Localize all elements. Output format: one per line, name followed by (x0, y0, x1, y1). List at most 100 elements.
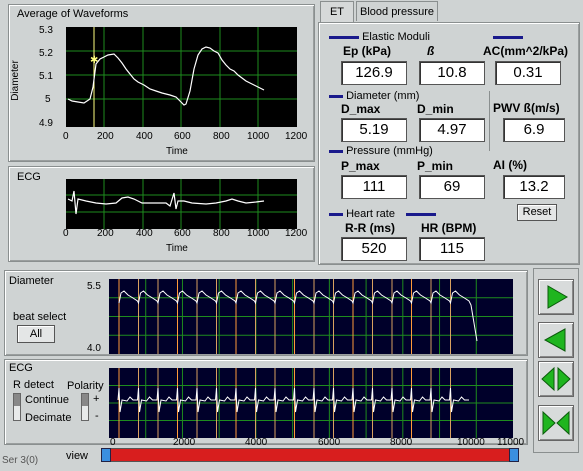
tab-et[interactable]: ET (320, 1, 354, 23)
elastic-title: Elastic Moduli (362, 31, 430, 43)
ecg-title: ECG (17, 171, 41, 183)
header-bar-right (406, 212, 437, 216)
strip-x-tick: 4000 (245, 437, 268, 448)
x-tick: 0 (63, 228, 69, 239)
beta-value: 10.8 (419, 61, 485, 85)
y-tick: 5.1 (39, 71, 53, 82)
y-tick: 4.9 (39, 118, 53, 129)
scroll-handle-left[interactable] (101, 448, 111, 462)
x-tick: 800 (213, 131, 230, 142)
decimate-option[interactable]: Decimate (25, 412, 71, 424)
x-tick: 600 (174, 228, 191, 239)
ep-label: Ep (kPa) (343, 44, 392, 58)
polarity-plus: + (93, 393, 100, 405)
header-bar-left (329, 212, 343, 216)
pressure-header: Pressure (mmHg) (329, 145, 433, 157)
ecg-strip-plot[interactable] (109, 368, 513, 438)
x-tick: 1000 (247, 131, 270, 142)
ep-value: 126.9 (341, 61, 407, 85)
elastic-header: Elastic Moduli (329, 31, 523, 43)
x-tick: 200 (97, 131, 114, 142)
rr-label: R-R (ms) (345, 221, 395, 235)
heartrate-header: Heart rate (329, 208, 437, 220)
r-detect-label: R detect (13, 379, 54, 391)
polarity-toggle[interactable] (81, 393, 89, 421)
continue-option[interactable]: Continue (25, 394, 69, 406)
reset-button[interactable]: Reset (517, 204, 557, 221)
heartrate-title: Heart rate (346, 208, 395, 220)
dmin-value: 4.97 (419, 118, 485, 142)
strip-x-tick: 2000 (173, 437, 196, 448)
diameter-title: Diameter (mm) (346, 90, 420, 102)
x-tick: 1000 (247, 228, 270, 239)
average-waveforms-panel: Average of Waveforms Diameter 5.3 5.2 5.… (8, 4, 315, 162)
dmin-label: D_min (417, 102, 454, 116)
tab-blood-pressure[interactable]: Blood pressure (356, 1, 438, 21)
strip-x-tick: 10000 (457, 437, 485, 448)
collapse-horizontal-icon (542, 410, 570, 436)
diameter-strip-plot[interactable] (109, 279, 513, 354)
x-tick: 600 (174, 131, 191, 142)
beta-label: ß (427, 44, 435, 58)
strip-x-tick: 0 (110, 437, 116, 448)
hr-value: 115 (419, 237, 485, 261)
waveforms-xlabel: Time (166, 146, 188, 157)
x-tick: 200 (97, 228, 114, 239)
pwv-value: 6.9 (503, 118, 565, 142)
hr-label: HR (BPM) (421, 221, 477, 235)
ai-value: 13.2 (503, 175, 565, 199)
header-bar-left (329, 94, 343, 98)
all-button[interactable]: All (17, 325, 55, 343)
x-tick: 1200 (285, 131, 308, 142)
ac-label: AC(mm^2/kPa) (483, 44, 569, 58)
x-tick: 0 (63, 131, 69, 142)
status-text: Ser 3(0) (2, 455, 39, 466)
polarity-label: Polarity (67, 380, 104, 392)
pmax-label: P_max (341, 159, 380, 173)
ecg-strip-label: ECG (9, 362, 33, 374)
ecg-strip-panel: ECG R detect Polarity Continue Decimate … (4, 359, 528, 445)
ecg-average-plot[interactable] (66, 179, 297, 229)
strip-x-tick: 6000 (318, 437, 341, 448)
r-detect-toggle[interactable] (13, 393, 21, 421)
polarity-minus: - (95, 410, 99, 422)
previous-button[interactable] (538, 322, 574, 358)
beat-select-label: beat select (13, 311, 67, 323)
strip-x-tick: 8000 (390, 437, 413, 448)
ai-label: AI (%) (493, 158, 527, 172)
y-top-tick: 5.5 (87, 281, 101, 292)
x-tick: 800 (213, 228, 230, 239)
y-tick: 5.3 (39, 25, 53, 36)
pmin-label: P_min (417, 159, 454, 173)
view-scrollbar[interactable] (101, 448, 519, 462)
expand-button[interactable] (538, 361, 574, 397)
waveforms-title: Average of Waveforms (17, 8, 129, 20)
metrics-panel: Elastic Moduli Ep (kPa) ß AC(mm^2/kPa) 1… (318, 22, 580, 265)
waveforms-plot[interactable]: ✱ (66, 27, 297, 127)
header-bar-right (492, 35, 523, 39)
rr-value: 520 (341, 237, 407, 261)
diameter-header: Diameter (mm) (329, 90, 419, 102)
diameter-strip-panel: Diameter 5.5 4.0 beat select All (4, 270, 528, 356)
collapse-button[interactable] (538, 405, 574, 441)
pmax-value: 111 (341, 175, 407, 199)
y-tick: 5.2 (39, 48, 53, 59)
ecg-average-panel: ECG 0 200 400 600 800 1000 1200 Time (8, 166, 315, 262)
scroll-handle-right[interactable] (509, 448, 519, 462)
strip-x-tick: 11000 (497, 437, 525, 448)
x-tick: 400 (136, 228, 153, 239)
toggle-knob (82, 394, 88, 406)
toggle-knob (14, 394, 20, 406)
play-left-icon (543, 328, 566, 352)
dmax-label: D_max (341, 102, 381, 116)
x-tick: 1200 (285, 228, 308, 239)
x-tick: 400 (136, 131, 153, 142)
y-bottom-tick: 4.0 (87, 343, 101, 354)
view-label: view (66, 450, 89, 462)
expand-horizontal-icon (541, 366, 571, 392)
pmin-value: 69 (419, 175, 485, 199)
header-bar-left (329, 35, 359, 39)
next-button[interactable] (538, 279, 574, 315)
header-bar-left (329, 149, 343, 153)
waveforms-ylabel: Diameter (9, 60, 21, 101)
